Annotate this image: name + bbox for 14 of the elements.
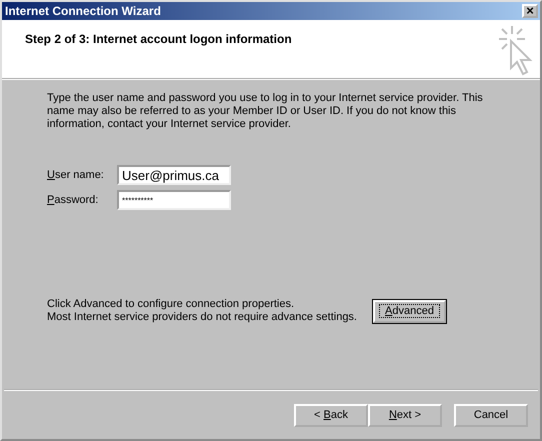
password-field[interactable]: **********: [117, 190, 231, 210]
close-button[interactable]: ×: [522, 4, 538, 18]
window-title: Internet Connection Wizard: [5, 4, 161, 18]
cancel-button[interactable]: Cancel: [454, 404, 528, 426]
field-label: Password:: [47, 194, 100, 206]
back-button[interactable]: < Back: [294, 404, 368, 426]
advanced-button[interactable]: Advanced: [373, 300, 446, 322]
instructions-text: Type the user name and password you use to log in to your Internet service provider. This name may also be referred to as your Member ID or User ID. If you do not know this information, contact your Internet service provider.: [47, 92, 484, 131]
username-field[interactable]: User@primus.ca: [117, 165, 231, 185]
step-title: Step 2 of 3: Internet account logon information: [25, 32, 292, 48]
next-button[interactable]: Next >: [368, 404, 442, 426]
field-label: User name:: [47, 169, 105, 181]
advanced-info-text: Click Advanced to configure connection properties. Most Internet service providers do not require advance settings.: [47, 298, 358, 324]
cursor-sparkle-icon: [498, 26, 534, 76]
